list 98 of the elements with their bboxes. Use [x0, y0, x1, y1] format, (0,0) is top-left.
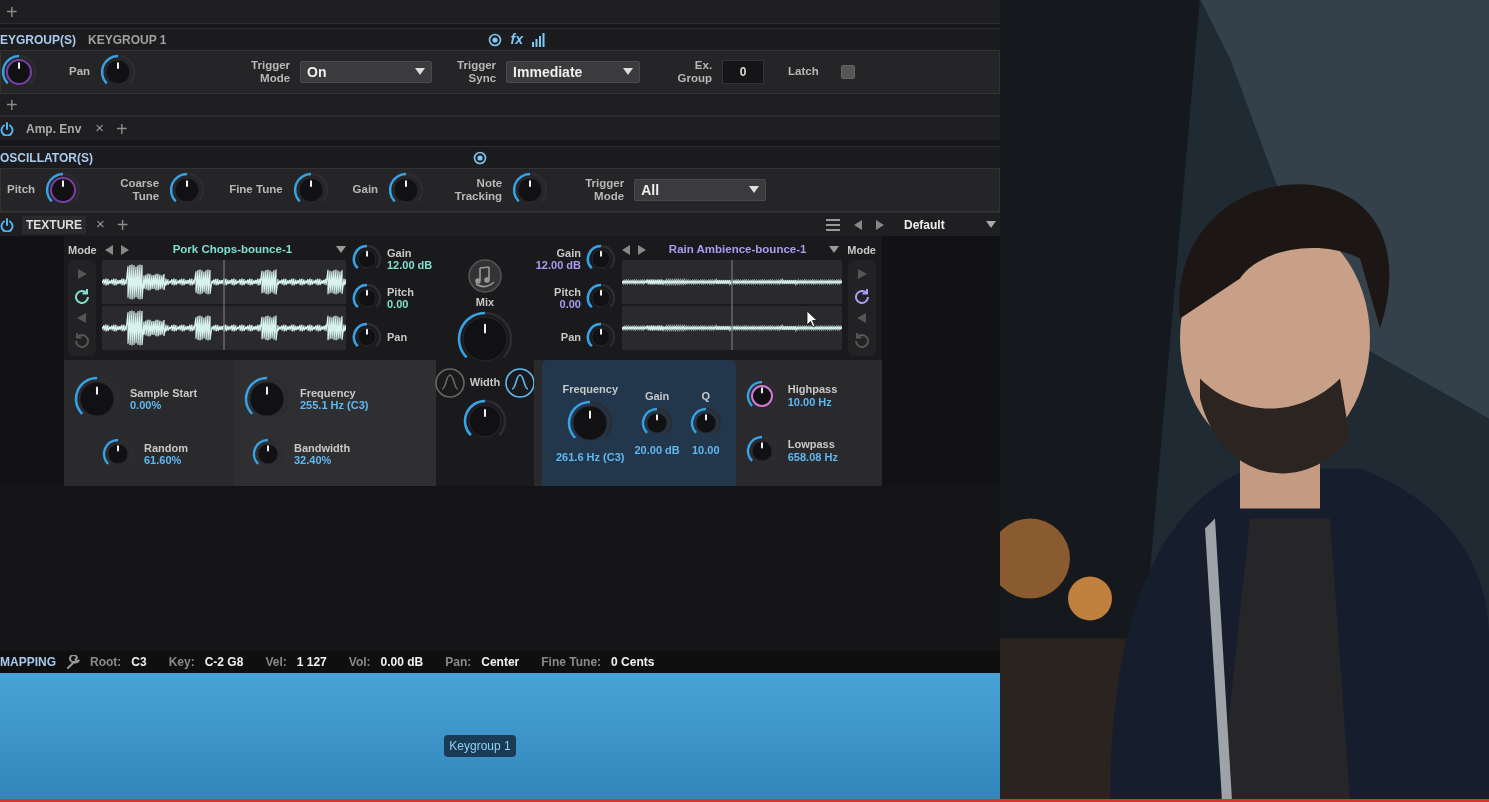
- close-button[interactable]: ×: [94, 213, 107, 236]
- knob-label: Lowpass: [787, 438, 836, 451]
- knob-label: Fine Tune: [229, 183, 283, 197]
- control-label: Trigger Mode: [250, 58, 291, 86]
- trigger-sync-select[interactable]: Immediate: [506, 61, 641, 83]
- ex-group-field[interactable]: 0: [722, 60, 765, 84]
- loop-icon[interactable]: [854, 288, 870, 304]
- trigger-mode-select[interactable]: On: [300, 61, 433, 83]
- knob-label: Coarse Tune: [119, 176, 160, 204]
- target-icon[interactable]: [488, 32, 503, 47]
- field-value: 1 127: [296, 654, 327, 671]
- cursor-icon: [806, 310, 818, 328]
- field-value: 0.00 dB: [380, 654, 424, 671]
- knob-label: Gain: [352, 183, 379, 197]
- knob-value: 32.40%: [294, 454, 333, 467]
- menu-icon[interactable]: [826, 218, 840, 231]
- module-tab[interactable]: TEXTURE: [22, 215, 86, 234]
- knob-label: Gain: [644, 388, 670, 404]
- knob-value: 658.08 Hz: [787, 450, 838, 463]
- module-tab[interactable]: Amp. Env: [22, 119, 86, 138]
- arrow-right-icon[interactable]: [638, 245, 646, 255]
- knob-value: 0.00: [558, 298, 581, 311]
- loop-icon[interactable]: [74, 288, 90, 304]
- arrow-left-icon[interactable]: [622, 245, 630, 255]
- knob-label: Q: [701, 388, 710, 404]
- knob-value: 255.1 Hz (C3): [300, 399, 369, 412]
- latch-checkbox[interactable]: [840, 65, 855, 79]
- knob-label: Random: [144, 441, 188, 454]
- knob-label: Sample Start: [130, 386, 198, 399]
- field-label: Root:: [90, 654, 122, 671]
- field-label: Key:: [168, 654, 195, 671]
- section-title: MAPPING: [0, 654, 56, 671]
- knob-label: Frequency: [562, 381, 619, 397]
- close-button[interactable]: ×: [93, 117, 107, 140]
- knob-value: 10.00: [691, 443, 720, 458]
- field-label: Fine Tune:: [541, 654, 602, 671]
- keygroup-tag[interactable]: Keygroup 1: [444, 735, 516, 757]
- knob-label: Note Tracking: [453, 176, 503, 204]
- knob-label: Gain: [387, 247, 413, 260]
- knob-label: Highpass: [787, 383, 838, 396]
- sample-name[interactable]: Pork Chops-bounce-1: [136, 241, 328, 259]
- mode-label: Mode: [68, 242, 97, 258]
- arrow-left-icon[interactable]: [854, 219, 862, 230]
- knob-value: 12.00 dB: [535, 259, 581, 272]
- knob-label: Bandwidth: [294, 441, 351, 454]
- knob-value: 61.60%: [144, 454, 183, 467]
- filter-shape-icon[interactable]: [504, 366, 537, 399]
- mode-label: Mode: [847, 242, 876, 258]
- power-icon[interactable]: [0, 121, 14, 136]
- add-button[interactable]: +: [114, 214, 131, 235]
- knob-value: 12.00 dB: [387, 259, 433, 272]
- field-value: C3: [131, 654, 147, 671]
- knob-label: Mix: [475, 295, 495, 310]
- control-label: Ex. Group: [676, 58, 713, 86]
- caret-icon: [336, 246, 346, 254]
- control-label: Trigger Mode: [584, 176, 625, 204]
- keygroup-name: KEYGROUP 1: [88, 31, 167, 49]
- add-button[interactable]: +: [114, 118, 130, 139]
- caret-icon: [415, 68, 426, 76]
- arrow-right-icon[interactable]: [120, 245, 129, 255]
- knob-value: 10.00 Hz: [787, 395, 833, 408]
- knob-label: Gain: [555, 247, 581, 260]
- caret-icon: [749, 186, 760, 194]
- target-icon[interactable]: [472, 150, 487, 165]
- knob-value: 261.6 Hz (C3): [556, 450, 625, 465]
- section-title: EYGROUP(S): [0, 31, 76, 49]
- control-label: Trigger Sync: [456, 58, 497, 86]
- knob-label: Pan: [69, 65, 91, 79]
- add-button[interactable]: +: [4, 94, 20, 115]
- field-value: C-2 G8: [204, 654, 244, 671]
- knob-label: Pitch: [554, 285, 581, 298]
- field-value: Center: [481, 654, 520, 671]
- fx-button[interactable]: fx: [510, 29, 523, 50]
- knob-label: Pan: [387, 330, 408, 343]
- knob-value: 20.00 dB: [634, 443, 680, 458]
- sample-name[interactable]: Rain Ambience-bounce-1: [654, 241, 822, 259]
- knob-value: 0.00%: [130, 399, 163, 412]
- trigger-mode-select[interactable]: All: [634, 179, 767, 201]
- field-label: Vol:: [348, 654, 371, 671]
- knob-label: Pan: [560, 330, 581, 343]
- arrow-left-icon[interactable]: [104, 245, 113, 255]
- knob-label: Width: [469, 375, 501, 391]
- caret-icon: [623, 68, 634, 76]
- field-label: Pan:: [445, 654, 472, 671]
- level-bars-icon[interactable]: [530, 32, 545, 47]
- knob-value: 0.00: [387, 298, 410, 311]
- power-icon[interactable]: [0, 217, 14, 232]
- arrow-right-icon[interactable]: [876, 219, 884, 230]
- caret-icon: [829, 246, 840, 254]
- section-title: OSCILLATOR(S): [0, 149, 93, 167]
- field-value: 0 Cents: [611, 654, 655, 671]
- field-label: Vel:: [265, 654, 287, 671]
- add-button[interactable]: +: [4, 1, 20, 22]
- control-label: Latch: [788, 65, 819, 79]
- knob-label: Frequency: [300, 386, 357, 399]
- knob-label: Pitch: [7, 183, 36, 197]
- knob-label: Pitch: [387, 285, 414, 298]
- caret-icon: [986, 220, 996, 229]
